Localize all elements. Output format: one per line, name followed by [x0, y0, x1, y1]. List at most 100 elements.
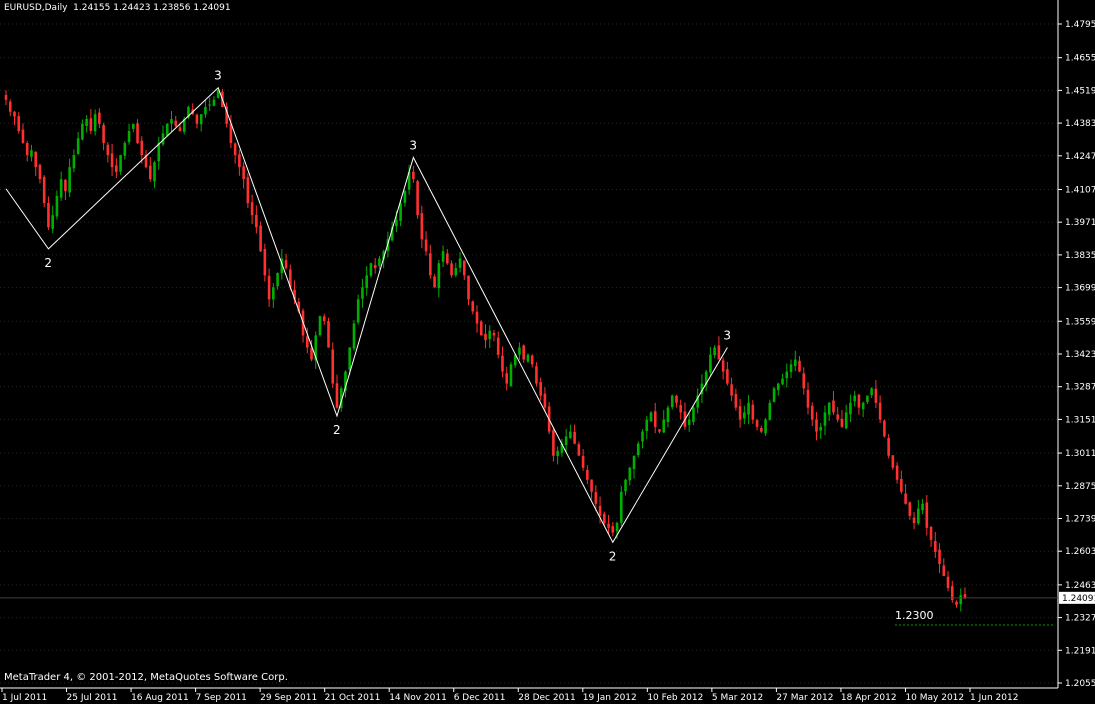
plot-area: [0, 0, 1095, 704]
candle-body: [25, 143, 29, 156]
x-tick-label: 19 Jan 2012: [583, 693, 637, 703]
candle-body: [140, 140, 144, 156]
candle-body: [929, 526, 933, 540]
x-tick-label: 1 Jun 2012: [970, 693, 1018, 703]
candle-body: [110, 153, 114, 168]
candle-body: [772, 388, 776, 402]
y-tick-label: 1.31510: [1065, 415, 1095, 425]
candle-body: [115, 165, 118, 172]
candle-body: [564, 436, 568, 446]
ohlc-values: 1.24155 1.24423 1.23856 1.24091: [73, 3, 231, 13]
candle-body: [119, 155, 122, 172]
candle-body: [874, 388, 878, 403]
x-tick-label: 1 Jul 2011: [2, 693, 47, 703]
candle-body: [768, 402, 772, 420]
zigzag-label: 2: [44, 256, 52, 270]
y-tick-label: 1.41070: [1065, 185, 1095, 195]
y-tick-label: 1.26030: [1065, 547, 1095, 557]
candle-body: [743, 412, 746, 419]
candle-body: [348, 347, 352, 370]
candle-body: [238, 154, 241, 168]
candle-body: [255, 214, 258, 228]
candle-body: [170, 119, 173, 124]
candle-body: [946, 576, 950, 588]
candle-body: [98, 112, 101, 124]
candle-body: [925, 502, 929, 528]
candle-body: [399, 203, 402, 221]
x-tick-label: 27 Mar 2012: [776, 693, 833, 703]
level-label: 1.2300: [895, 609, 934, 622]
candle-body: [479, 321, 483, 336]
candle-body: [726, 369, 729, 384]
candle-body: [861, 402, 865, 410]
candle-body: [496, 337, 500, 355]
candle-body: [577, 444, 581, 456]
candle-body: [810, 405, 814, 420]
candle-body: [446, 253, 449, 264]
candle-body: [823, 412, 827, 426]
candle-body: [34, 151, 38, 168]
candle-body: [267, 275, 271, 300]
y-tick-label: 1.38350: [1065, 251, 1095, 261]
candle-body: [242, 166, 245, 180]
x-tick-label: 28 Dec 2011: [518, 693, 576, 703]
candle-body: [883, 420, 886, 437]
candle-body: [488, 330, 492, 340]
candle-body: [891, 455, 895, 468]
candle-body: [437, 263, 441, 289]
candle-body: [721, 360, 725, 372]
candle-body: [878, 402, 882, 420]
candle-body: [38, 164, 42, 180]
candle-body: [373, 265, 377, 269]
candle-body: [259, 225, 262, 252]
candle-body: [908, 502, 912, 516]
candle-body: [412, 171, 415, 180]
candle-body: [679, 405, 682, 413]
y-tick-label: 1.35590: [1065, 317, 1095, 327]
candle-body: [458, 258, 462, 268]
y-tick-label: 1.46550: [1065, 54, 1095, 64]
candle-body: [687, 419, 691, 426]
candle-body: [322, 316, 326, 322]
candle-body: [751, 404, 755, 420]
candle-body: [539, 382, 542, 396]
candle-body: [675, 395, 678, 403]
candle-body: [208, 104, 211, 106]
candle-body: [827, 402, 831, 415]
y-tick-label: 1.34230: [1065, 350, 1095, 360]
candle-body: [781, 378, 784, 385]
candle-body: [178, 127, 182, 132]
candle-body: [424, 239, 428, 252]
candle-body: [153, 162, 156, 182]
candle-body: [569, 431, 572, 438]
candle-body: [89, 118, 93, 132]
candle-body: [853, 395, 856, 402]
candle-body: [59, 179, 63, 198]
candle-body: [666, 407, 670, 422]
y-tick-label: 1.36990: [1065, 284, 1095, 294]
candle-body: [819, 426, 823, 431]
candle-body: [938, 549, 941, 564]
candle-body: [815, 419, 818, 432]
candle-body: [900, 479, 903, 492]
candle-body: [615, 523, 619, 532]
candle-body: [305, 336, 309, 348]
candle-body: [429, 253, 432, 276]
price-chart[interactable]: 2 3 2 3 2 3 1.2300 1.47950 1.46550 1.45190 1.438…: [0, 0, 1095, 704]
y-tick-label: 1.21910: [1065, 646, 1095, 656]
candle-body: [13, 111, 16, 117]
candle-body: [72, 155, 76, 169]
candle-body: [395, 220, 398, 227]
candle-body: [132, 123, 135, 129]
x-tick-label: 16 Aug 2011: [131, 693, 189, 703]
candle-body: [4, 94, 8, 100]
candle-body: [632, 455, 636, 469]
candle-body: [263, 249, 267, 276]
candle-body: [806, 389, 810, 408]
y-tick-label: 1.24630: [1065, 581, 1095, 591]
y-tick-label: 1.39710: [1065, 218, 1095, 228]
candle-body: [335, 383, 339, 408]
candle-body: [641, 431, 644, 442]
y-tick-label: 1.43830: [1065, 119, 1095, 129]
candle-body: [628, 467, 632, 481]
